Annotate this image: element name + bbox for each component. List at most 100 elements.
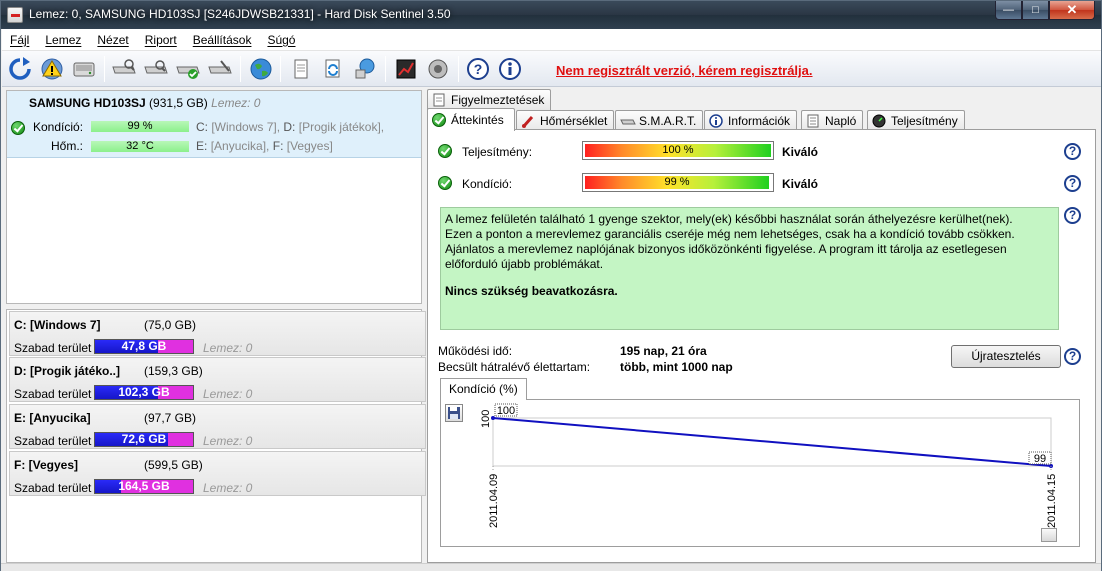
disk-model: SAMSUNG HD103SJ <box>29 96 146 110</box>
free-space-label: Szabad terület <box>14 387 92 401</box>
tab-performance[interactable]: Teljesítmény <box>867 110 965 131</box>
partition-size: (159,3 GB) <box>144 364 203 378</box>
log-icon <box>806 114 820 128</box>
partition-name: D: [Progik játéko..] <box>14 364 121 378</box>
menu-view[interactable]: Nézet <box>89 33 136 47</box>
partition-disk-index: Lemez: 0 <box>203 434 253 448</box>
chart-icon[interactable] <box>392 55 420 83</box>
status-action-text: Nincs szükség beavatkozásra. <box>445 284 618 298</box>
temperature-label: Hőm.: <box>51 139 84 153</box>
health-chart: 100 2011.04.09 99 2011.04.15 100 <box>440 399 1080 547</box>
performance-ok-icon <box>438 144 452 158</box>
lifetime-value: több, mint 1000 nap <box>620 360 733 374</box>
free-space-value: 72,6 GB <box>121 432 167 446</box>
free-space-value: 164,5 GB <box>118 479 170 493</box>
health-quality: Kiváló <box>782 177 819 191</box>
svg-text:?: ? <box>474 61 483 77</box>
info-icon[interactable] <box>496 55 524 83</box>
disk-size: (931,5 GB) <box>149 96 208 110</box>
status-ok-icon <box>11 121 25 135</box>
disk-config-icon[interactable] <box>206 55 234 83</box>
tab-warnings[interactable]: Figyelmeztetések <box>427 89 552 110</box>
overview-content: Teljesítmény: 100 % Kiváló ? Kondíció: 9… <box>427 129 1096 563</box>
partition-disk-index: Lemez: 0 <box>203 387 253 401</box>
free-space-label: Szabad terület <box>14 341 92 355</box>
partition-entry[interactable]: D: [Progik játéko..] (159,3 GB) Szabad ter… <box>9 357 426 402</box>
info-small-icon <box>709 114 723 128</box>
app-window: Lemez: 0, SAMSUNG HD103SJ [S246JDWSB2133… <box>0 0 1102 571</box>
disk-small-icon <box>620 114 636 128</box>
tab-temperature[interactable]: Hőmérséklet <box>516 110 615 131</box>
lifetime-help-icon[interactable]: ? <box>1064 348 1081 365</box>
toolbar-separator <box>104 56 105 82</box>
status-message-text: A lemez felületén található 1 gyenge sze… <box>445 212 1015 271</box>
chart-series-line <box>492 417 1052 467</box>
disk-test-icon[interactable] <box>110 55 138 83</box>
health-bar: 99 % <box>582 173 774 192</box>
menu-report[interactable]: Riport <box>137 33 185 47</box>
health-ok-icon <box>438 176 452 190</box>
tab-log[interactable]: Napló <box>801 110 864 131</box>
uptime-label: Működési idő: <box>438 344 513 358</box>
performance-bar-fill: 100 % <box>585 144 771 157</box>
disk-icon[interactable] <box>70 55 98 83</box>
refresh-icon[interactable] <box>6 55 34 83</box>
sync-icon[interactable] <box>319 55 347 83</box>
tab-warnings-label: Figyelmeztetések <box>451 93 545 107</box>
window-title: Lemez: 0, SAMSUNG HD103SJ [S246JDWSB2133… <box>29 7 451 21</box>
toolbar-separator <box>458 56 459 82</box>
tab-log-label: Napló <box>825 114 857 128</box>
gauge-icon <box>872 114 886 128</box>
app-logo-icon <box>7 7 23 23</box>
tab-chart-health[interactable]: Kondíció (%) <box>440 378 527 400</box>
chart-data-label: 99 <box>1034 453 1046 465</box>
chart-data-label: 100 <box>497 405 515 417</box>
document-icon <box>432 93 446 107</box>
message-help-icon[interactable]: ? <box>1064 207 1081 224</box>
minimize-button[interactable]: — <box>995 1 1022 20</box>
health-help-icon[interactable]: ? <box>1064 175 1081 192</box>
network-icon[interactable] <box>351 55 379 83</box>
globe-icon[interactable] <box>247 55 275 83</box>
chart-x-tick-label: 2011.04.09 <box>488 474 500 528</box>
partition-summary-line2: E: [Anyucika], F: [Vegyes] <box>196 139 333 153</box>
help-icon[interactable]: ? <box>464 55 492 83</box>
register-link[interactable]: Nem regisztrált verzió, kérem regisztrál… <box>556 63 813 78</box>
free-space-label: Szabad terület <box>14 434 92 448</box>
menu-file[interactable]: Fájl <box>2 33 37 47</box>
chart-y-tick-label: 100 <box>480 410 492 428</box>
partition-entry[interactable]: F: [Vegyes] (599,5 GB) Szabad terület 164,5… <box>9 451 426 496</box>
alert-icon[interactable] <box>38 55 66 83</box>
free-space-value: 47,8 GB <box>121 339 167 353</box>
partition-entry[interactable]: C: [Windows 7] (75,0 GB) Szabad terület 47,… <box>9 311 426 356</box>
tab-info[interactable]: Információk <box>704 110 798 131</box>
menu-disk[interactable]: Lemez <box>37 33 89 47</box>
thermometer-icon <box>521 114 535 128</box>
report-icon[interactable] <box>287 55 315 83</box>
chart-scroll-button[interactable] <box>1041 528 1057 542</box>
tab-smart[interactable]: S.M.A.R.T. <box>615 110 704 131</box>
title-bar[interactable]: Lemez: 0, SAMSUNG HD103SJ [S246JDWSB2133… <box>1 1 1101 29</box>
free-space-bar: 164,5 GB <box>94 479 194 494</box>
close-button[interactable]: ✕ <box>1049 1 1095 20</box>
partition-disk-index: Lemez: 0 <box>203 481 253 495</box>
tab-overview[interactable]: Áttekintés <box>427 108 515 131</box>
menu-help[interactable]: Súgó <box>259 33 303 47</box>
performance-bar: 100 % <box>582 141 774 160</box>
status-bar <box>1 563 1101 571</box>
disk-test2-icon[interactable] <box>142 55 170 83</box>
partition-entry[interactable]: E: [Anyucika] (97,7 GB) Szabad terület 72,6… <box>9 404 426 449</box>
disk-check-icon[interactable] <box>174 55 202 83</box>
disk-entry[interactable]: SAMSUNG HD103SJ (931,5 GB) Lemez: 0 Kond… <box>7 91 421 158</box>
temperature-value: 32 °C <box>91 141 189 152</box>
menu-bar: Fájl Lemez Nézet Riport Beállítások Súgó <box>2 29 1101 51</box>
details-panel: Figyelmeztetések Áttekintés Hőmérséklet … <box>425 89 1098 563</box>
menu-settings[interactable]: Beállítások <box>185 33 260 47</box>
performance-help-icon[interactable]: ? <box>1064 143 1081 160</box>
maximize-button[interactable]: □ <box>1022 1 1049 20</box>
health-value-overview: 99 % <box>664 176 690 188</box>
window-controls: — □ ✕ <box>995 1 1095 21</box>
performance-value: 100 % <box>662 144 694 156</box>
retest-button[interactable]: Újratesztelés <box>951 345 1061 368</box>
speaker-icon[interactable] <box>424 55 452 83</box>
